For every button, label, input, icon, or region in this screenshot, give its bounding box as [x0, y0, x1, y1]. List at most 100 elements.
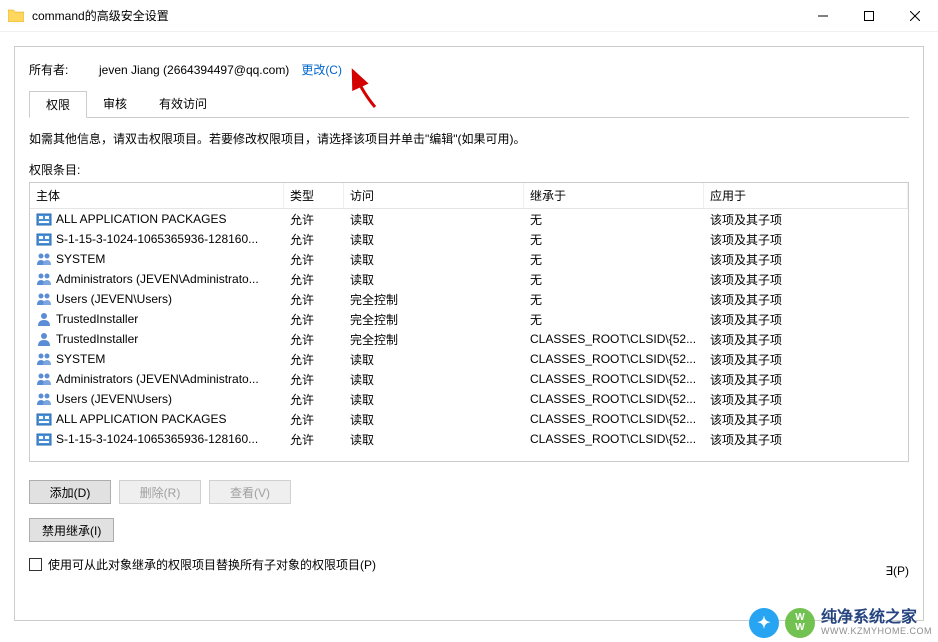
table-row[interactable]: TrustedInstaller允许完全控制无该项及其子项 [30, 309, 908, 329]
inherited-cell: 无 [524, 270, 704, 289]
inherited-cell: 无 [524, 290, 704, 309]
table-header: 主体 类型 访问 继承于 应用于 [30, 183, 908, 209]
inherited-cell: 无 [524, 230, 704, 249]
inherited-cell: CLASSES_ROOT\CLSID\{52... [524, 411, 704, 427]
owner-value: jeven Jiang (2664394497@qq.com) [99, 63, 289, 77]
minimize-icon [818, 11, 828, 21]
col-access[interactable]: 访问 [344, 183, 524, 208]
principal-name: Administrators (JEVEN\Administrato... [56, 372, 259, 386]
inherited-cell: CLASSES_ROOT\CLSID\{52... [524, 371, 704, 387]
replace-checkbox-label: 使用可从此对象继承的权限项目替换所有子对象的权限项目(P) [48, 556, 376, 573]
tab-effective-access[interactable]: 有效访问 [143, 91, 223, 118]
watermark-green-icon: W W [785, 608, 815, 638]
replace-row: 使用可从此对象继承的权限项目替换所有子对象的权限项目(P) [29, 556, 909, 573]
principal-name: Users (JEVEN\Users) [56, 392, 172, 406]
type-cell: 允许 [284, 310, 344, 329]
type-cell: 允许 [284, 210, 344, 229]
access-cell: 读取 [344, 270, 524, 289]
type-cell: 允许 [284, 370, 344, 389]
col-type[interactable]: 类型 [284, 183, 344, 208]
type-cell: 允许 [284, 250, 344, 269]
access-cell: 读取 [344, 410, 524, 429]
inherit-row: 禁用继承(I) [29, 518, 909, 542]
tab-auditing[interactable]: 审核 [87, 91, 143, 118]
watermark-text-en: WWW.KZMYHOME.COM [821, 627, 932, 636]
table-row[interactable]: ALL APPLICATION PACKAGES 允许读取无该项及其子项 [30, 209, 908, 229]
close-button[interactable] [892, 0, 938, 32]
applies-cell: 该项及其子项 [704, 250, 908, 269]
titlebar: command的高级安全设置 [0, 0, 938, 32]
close-icon [910, 11, 920, 21]
applies-cell: 该项及其子项 [704, 430, 908, 449]
table-row[interactable]: S-1-15-3-1024-1065365936-128160...允许读取CL… [30, 429, 908, 449]
principal-name: S-1-15-3-1024-1065365936-128160... [56, 432, 258, 446]
principal-name: SYSTEM [56, 352, 105, 366]
inherited-cell: CLASSES_ROOT\CLSID\{52... [524, 331, 704, 347]
principal-name: TrustedInstaller [56, 312, 138, 326]
table-row[interactable]: ALL APPLICATION PACKAGES 允许读取CLASSES_ROOT… [30, 409, 908, 429]
table-row[interactable]: Administrators (JEVEN\Administrato... 允许读… [30, 269, 908, 289]
folder-icon [8, 9, 24, 22]
inherited-cell: CLASSES_ROOT\CLSID\{52... [524, 351, 704, 367]
access-cell: 读取 [344, 430, 524, 449]
owner-label: 所有者: [29, 61, 99, 78]
replace-checkbox[interactable] [29, 558, 42, 571]
type-cell: 允许 [284, 330, 344, 349]
watermark: ✦ W W 纯净系统之家 WWW.KZMYHOME.COM [749, 608, 932, 638]
type-cell: 允许 [284, 350, 344, 369]
minimize-button[interactable] [800, 0, 846, 32]
applies-cell: 该项及其子项 [704, 330, 908, 349]
table-row[interactable]: S-1-15-3-1024-1065365936-128160...允许读取无该… [30, 229, 908, 249]
principal-name: ALL APPLICATION PACKAGES [56, 212, 227, 226]
applies-cell: 该项及其子项 [704, 270, 908, 289]
applies-cell: 该项及其子项 [704, 390, 908, 409]
type-cell: 允许 [284, 270, 344, 289]
inherited-cell: CLASSES_ROOT\CLSID\{52... [524, 391, 704, 407]
disable-inherit-button[interactable]: 禁用继承(I) [29, 518, 114, 542]
applies-cell: 该项及其子项 [704, 230, 908, 249]
tab-permissions[interactable]: 权限 [29, 91, 87, 118]
permission-entries-label: 权限条目: [29, 161, 909, 178]
col-principal[interactable]: 主体 [30, 183, 284, 208]
applies-cell: 该项及其子项 [704, 210, 908, 229]
type-cell: 允许 [284, 230, 344, 249]
principal-name: SYSTEM [56, 252, 105, 266]
window-controls [800, 0, 938, 32]
change-owner-link[interactable]: 更改(C) [301, 61, 342, 78]
maximize-icon [864, 11, 874, 21]
maximize-button[interactable] [846, 0, 892, 32]
principal-name: ALL APPLICATION PACKAGES [56, 412, 227, 426]
access-cell: 完全控制 [344, 290, 524, 309]
table-row[interactable]: Administrators (JEVEN\Administrato... 允许读… [30, 369, 908, 389]
remove-button: 删除(R) [119, 480, 201, 504]
inherited-cell: 无 [524, 210, 704, 229]
type-cell: 允许 [284, 410, 344, 429]
applies-cell: 该项及其子项 [704, 370, 908, 389]
table-row[interactable]: Users (JEVEN\Users)允许完全控制无该项及其子项 [30, 289, 908, 309]
access-cell: 读取 [344, 210, 524, 229]
applies-cell: 该项及其子项 [704, 290, 908, 309]
table-row[interactable]: Users (JEVEN\Users) 允许读取CLASSES_ROOT\CLSI… [30, 389, 908, 409]
type-cell: 允许 [284, 390, 344, 409]
access-cell: 完全控制 [344, 330, 524, 349]
col-inherited[interactable]: 继承于 [524, 183, 704, 208]
principal-name: TrustedInstaller [56, 332, 138, 346]
access-cell: 读取 [344, 250, 524, 269]
principal-name: Administrators (JEVEN\Administrato... [56, 272, 259, 286]
applies-cell: 该项及其子项 [704, 310, 908, 329]
type-cell: 允许 [284, 290, 344, 309]
watermark-blue-icon: ✦ [749, 608, 779, 638]
add-button[interactable]: 添加(D) [29, 480, 111, 504]
table-row[interactable]: SYSTEM 允许读取无该项及其子项 [30, 249, 908, 269]
inherited-cell: 无 [524, 310, 704, 329]
window-title: command的高级安全设置 [32, 7, 800, 24]
table-row[interactable]: SYSTEM允许读取CLASSES_ROOT\CLSID\{52...该项及其子… [30, 349, 908, 369]
hint-text: 如需其他信息，请双击权限项目。若要修改权限项目，请选择该项目并单击"编辑"(如果… [29, 130, 909, 147]
inherited-cell: 无 [524, 250, 704, 269]
access-cell: 读取 [344, 370, 524, 389]
watermark-text-cn: 纯净系统之家 [821, 610, 932, 627]
table-row[interactable]: TrustedInstaller 允许完全控制CLASSES_ROOT\CLSID… [30, 329, 908, 349]
tab-bar: 权限 审核 有效访问 [29, 90, 909, 118]
access-cell: 读取 [344, 390, 524, 409]
col-applies[interactable]: 应用于 [704, 183, 908, 208]
